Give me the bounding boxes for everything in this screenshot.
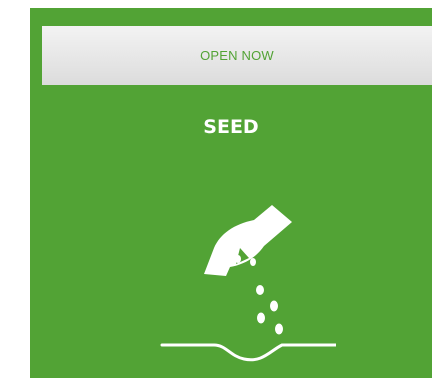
hand-sowing-seed-icon: [160, 205, 336, 362]
open-now-label: OPEN NOW: [200, 48, 274, 63]
card-title: SEED: [203, 116, 259, 138]
seed-card: OPEN NOW SEED: [30, 8, 432, 378]
page: OPEN NOW SEED: [0, 0, 432, 386]
open-now-button[interactable]: OPEN NOW: [42, 26, 432, 85]
